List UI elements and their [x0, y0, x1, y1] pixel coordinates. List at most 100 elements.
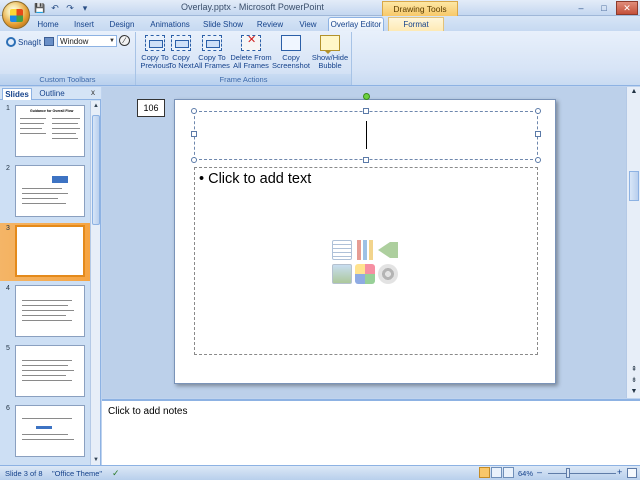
slide-thumbnail-1[interactable]: 1 Guidance for Overall Flow [0, 103, 91, 161]
slide-editor: 106 • Click to add text [102, 87, 626, 398]
pen-icon[interactable]: ∕ [119, 35, 130, 46]
slide-thumbnail-4[interactable]: 4 [0, 283, 91, 341]
zoom-level[interactable]: 64% [518, 469, 533, 478]
slide-thumbnail-3[interactable]: 3 [0, 223, 91, 281]
capture-mode-value: Window [60, 37, 89, 46]
tab-home[interactable]: Home [32, 18, 64, 31]
slide-thumbnail-2[interactable]: 2 [0, 163, 91, 221]
spell-check-icon[interactable]: ✓ [112, 468, 120, 479]
copy-screenshot-line2: Screenshot [272, 61, 310, 70]
scroll-up-icon[interactable]: ▲ [91, 101, 101, 111]
copy-to-all-frames-icon [202, 35, 222, 51]
scrollbar-thumb[interactable] [92, 115, 100, 225]
custom-toolbars-group: SnagIt Window ▼ ∕ Custom Toolbars [0, 32, 136, 85]
show-hide-bubble-line2: Bubble [318, 61, 342, 70]
office-button[interactable] [2, 1, 30, 29]
slide-sorter-button[interactable] [491, 467, 502, 478]
content-placeholder[interactable]: • Click to add text [194, 167, 538, 355]
capture-mode-select[interactable]: Window ▼ [57, 35, 117, 47]
title-bar: 💾 ↶ ↷ ▾ Overlay.pptx - Microsoft PowerPo… [0, 0, 640, 29]
resize-handle[interactable] [363, 108, 369, 114]
resize-handle[interactable] [191, 157, 197, 163]
insert-table-icon[interactable] [332, 240, 352, 260]
insert-smartart-icon[interactable] [378, 242, 398, 258]
tab-format[interactable]: Format [388, 17, 444, 32]
insert-picture-icon[interactable] [332, 263, 352, 284]
window-title: Overlay.pptx - Microsoft PowerPoint [181, 2, 324, 12]
slide-number: 6 [6, 405, 10, 412]
resize-handle[interactable] [191, 108, 197, 114]
redo-icon[interactable]: ↷ [64, 2, 76, 14]
slides-scrollbar[interactable]: ▲ ▼ [90, 101, 100, 465]
tab-view[interactable]: View [294, 18, 322, 31]
office-logo-icon [10, 9, 23, 22]
copy-screenshot-icon [281, 35, 301, 51]
notes-pane[interactable]: Click to add notes [102, 399, 640, 465]
drawing-tools-context-label: Drawing Tools [382, 1, 458, 16]
zoom-slider-track[interactable] [548, 473, 616, 474]
slide-show-button[interactable] [503, 467, 514, 478]
resize-handle[interactable] [535, 131, 541, 137]
slide-preview [15, 285, 85, 337]
group-label-custom-toolbars: Custom Toolbars [0, 74, 135, 85]
close-button[interactable]: ✕ [616, 1, 638, 15]
copy-to-all-frames-button[interactable]: Copy To All Frames [193, 35, 231, 70]
theme-name[interactable]: "Office Theme" [52, 469, 102, 478]
tab-overlay-editor[interactable]: Overlay Editor [328, 17, 384, 32]
undo-icon[interactable]: ↶ [49, 2, 61, 14]
previous-slide-icon[interactable]: ⇞ [627, 365, 640, 375]
ribbon: SnagIt Window ▼ ∕ Custom Toolbars Copy T… [0, 31, 640, 86]
slide-number: 5 [6, 345, 10, 352]
insert-media-icon[interactable] [378, 263, 398, 284]
scroll-down-icon[interactable]: ▼ [91, 455, 101, 465]
customize-qat-icon[interactable]: ▾ [79, 2, 91, 14]
slide-thumbnail-5[interactable]: 5 [0, 343, 91, 401]
resize-handle[interactable] [535, 157, 541, 163]
tab-review[interactable]: Review [252, 18, 288, 31]
tab-slides[interactable]: Slides [2, 88, 32, 100]
show-hide-bubble-button[interactable]: Show/Hide Bubble [311, 35, 349, 70]
tab-insert[interactable]: Insert [68, 18, 100, 31]
resize-handle[interactable] [363, 157, 369, 163]
tab-outline[interactable]: Outline [35, 88, 69, 100]
scroll-down-icon[interactable]: ▼ [627, 387, 640, 397]
maximize-button[interactable]: □ [593, 1, 615, 15]
slide-preview [15, 225, 85, 277]
delete-from-all-frames-button[interactable]: Delete From All Frames [229, 35, 273, 70]
capture-icon[interactable] [44, 37, 54, 46]
frame-number-box[interactable]: 106 [137, 99, 165, 117]
scroll-up-icon[interactable]: ▲ [627, 87, 640, 97]
snagit-button[interactable]: SnagIt [6, 37, 41, 47]
ribbon-tabs: Home Insert Design Animations Slide Show… [0, 16, 640, 32]
slide-canvas[interactable]: • Click to add text [174, 93, 556, 384]
resize-handle[interactable] [535, 108, 541, 114]
tab-slide-show[interactable]: Slide Show [200, 18, 246, 31]
close-icon[interactable]: x [91, 88, 95, 97]
resize-handle[interactable] [191, 131, 197, 137]
zoom-slider-thumb[interactable] [566, 468, 570, 478]
slide-thumbnails: 1 Guidance for Overall Flow 2 3 4 5 6 [0, 101, 91, 465]
editor-scrollbar[interactable]: ▲ ⇞ ⇟ ▼ [626, 87, 640, 398]
bullet: • [199, 171, 205, 187]
minimize-button[interactable]: – [570, 1, 592, 15]
normal-view-button[interactable] [479, 467, 490, 478]
copy-to-next-icon [171, 35, 191, 51]
tab-animations[interactable]: Animations [146, 18, 194, 31]
next-slide-icon[interactable]: ⇟ [627, 376, 640, 386]
tab-design[interactable]: Design [104, 18, 140, 31]
zoom-in-icon[interactable]: + [617, 467, 622, 477]
delete-from-all-frames-icon [241, 35, 261, 51]
insert-clip-art-icon[interactable] [355, 263, 375, 284]
slide-thumbnail-6[interactable]: 6 [0, 403, 91, 461]
zoom-out-icon[interactable]: – [537, 467, 542, 477]
click-to-add-text: Click to add text [208, 171, 312, 187]
insert-chart-icon[interactable] [355, 240, 375, 260]
scrollbar-thumb[interactable] [629, 171, 639, 201]
slides-pane: Slides Outline x 1 Guidance for Overall … [0, 87, 101, 465]
slide-number: 3 [6, 225, 10, 232]
copy-screenshot-button[interactable]: Copy Screenshot [272, 35, 310, 70]
fit-to-window-icon[interactable] [627, 468, 637, 478]
title-placeholder[interactable] [191, 93, 541, 163]
save-icon[interactable]: 💾 [34, 2, 46, 14]
rotate-handle[interactable] [363, 93, 370, 100]
